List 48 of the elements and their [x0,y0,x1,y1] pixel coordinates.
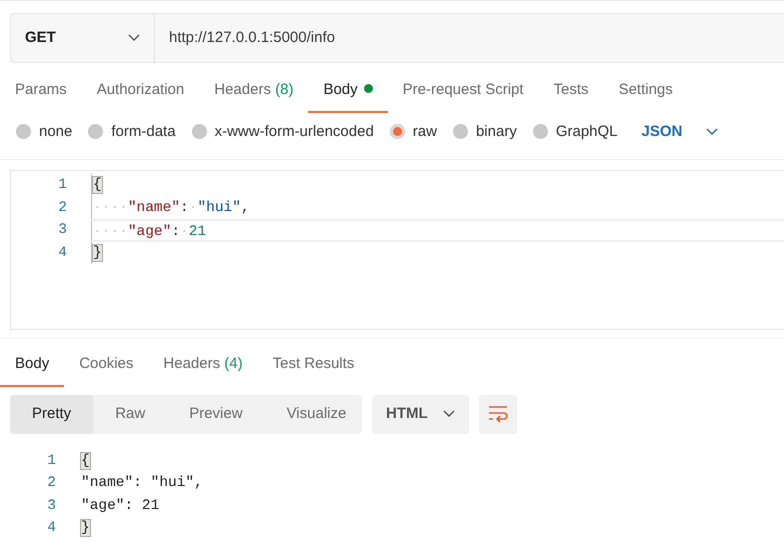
line-number: 4 [57,244,67,262]
response-format-dropdown[interactable]: HTML [372,394,469,434]
response-tab[interactable]: Body [0,345,64,386]
line-number: 3 [57,221,67,240]
body-format-dropdown[interactable]: JSON [642,120,718,143]
radio-label[interactable]: form-data [111,120,176,143]
radio-label[interactable]: binary [476,120,517,143]
view-mode-tab[interactable]: Pretty [10,394,94,434]
radio-button[interactable] [452,124,468,140]
view-mode-tab[interactable]: Preview [167,394,265,434]
request-tab[interactable]: Tests [538,71,604,112]
code-line: "age": 21 [80,496,160,516]
radio-button[interactable] [192,124,207,140]
radio-label[interactable]: none [39,120,72,143]
line-number: 4 [46,519,56,538]
wrap-lines-button[interactable] [479,394,517,434]
chevron-down-icon [443,410,455,418]
request-tab[interactable]: Headers (8) [199,71,308,112]
code-line: "name": "hui", [80,474,204,493]
radio-label[interactable]: GraphQL [556,120,618,143]
radio-label[interactable]: raw [412,120,437,143]
radio-button[interactable] [532,124,548,140]
line-number: 1 [57,176,67,195]
code-line: ····"name":·"hui", [91,196,784,219]
chevron-down-icon [706,128,718,136]
request-body-editor[interactable]: 1 { 2 ····"name":·"hui", 3 ····"age":·21 4 } [10,170,784,330]
view-mode-tab[interactable]: Visualize [264,394,368,434]
response-tab[interactable]: Cookies [64,345,148,386]
code-line: ····"age":·21 [91,219,784,242]
radio-label[interactable]: x-www-form-urlencoded [214,120,374,143]
wrap-lines-icon [488,405,508,423]
code-line: { [91,174,784,196]
line-number: 2 [46,474,56,493]
radio-button[interactable] [88,124,104,140]
radio-button[interactable] [390,124,405,140]
radio-button[interactable] [16,124,31,140]
line-number: 2 [57,198,67,218]
response-tab[interactable]: Test Results [258,345,370,386]
request-tab[interactable]: Settings [604,71,688,112]
response-tab[interactable]: Headers (4) [148,345,258,386]
request-tab[interactable]: Pre-request Script [388,71,539,112]
code-line: } [91,242,784,264]
line-number: 3 [46,496,56,516]
request-tab[interactable]: Authorization [82,71,200,112]
view-mode-tab[interactable]: Raw [93,394,168,434]
request-tab[interactable]: Body [308,71,388,112]
request-tab[interactable]: Params [0,71,82,112]
line-number: 1 [46,452,56,470]
